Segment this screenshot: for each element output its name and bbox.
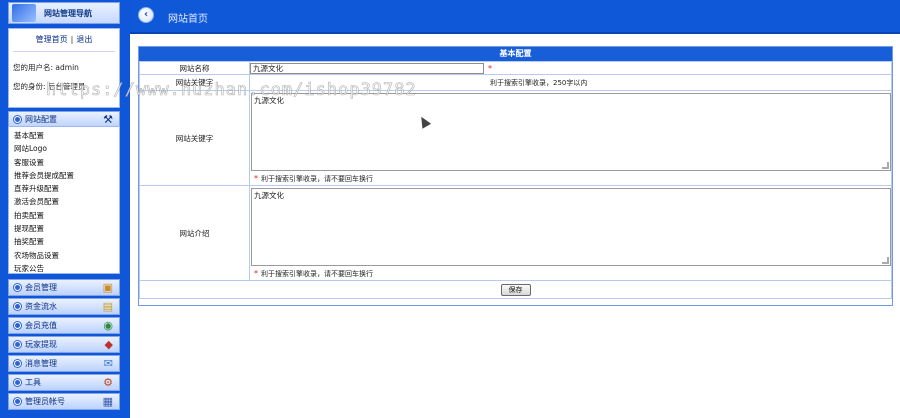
menu-group-members[interactable]: 会员管理 ▣ bbox=[8, 279, 120, 296]
site-name-input[interactable]: 九源文化 bbox=[250, 62, 484, 74]
submenu-item[interactable]: 农场物品设置 bbox=[14, 249, 119, 262]
menu-group-label: 会员管理 bbox=[25, 283, 57, 292]
money-icon: ▤ bbox=[102, 300, 113, 313]
logo: 网站管理导航 bbox=[8, 2, 120, 24]
save-button[interactable]: 保存 bbox=[500, 283, 531, 296]
submenu-item[interactable]: 提现配置 bbox=[14, 222, 119, 235]
recharge-icon: ◉ bbox=[103, 319, 113, 332]
site-intro-cell: 九源文化 * 利于搜索引擎收录，请不要回车换行 bbox=[249, 185, 892, 281]
bullet-icon bbox=[14, 379, 21, 386]
menu-group-messages[interactable]: 消息管理 ✉ bbox=[8, 355, 120, 372]
required-mark: * bbox=[254, 269, 258, 278]
site-intro-value: 九源文化 bbox=[254, 191, 284, 200]
sidebar: 网站管理导航 管理首页 | 退出 您的用户名: admin 您的身份: 后台管理员 … bbox=[0, 0, 130, 418]
panel-title: 基本配置 bbox=[139, 47, 892, 61]
resize-grip-icon[interactable] bbox=[882, 162, 889, 169]
bullet-icon bbox=[14, 322, 21, 329]
tool-icon: ⚙ bbox=[103, 376, 113, 389]
submenu-item[interactable]: 推荐会员提成配置 bbox=[14, 169, 119, 182]
submenu-item[interactable]: 基本配置 bbox=[14, 129, 119, 142]
site-intro-textarea[interactable]: 九源文化 bbox=[251, 188, 891, 266]
site-keywords-hintline: * 利于搜索引擎收录，请不要回车换行 bbox=[250, 173, 891, 185]
menu-group-withdraw[interactable]: 玩家提现 ◆ bbox=[8, 336, 120, 353]
bullet-icon bbox=[14, 398, 21, 405]
menu-group-label: 资金流水 bbox=[25, 302, 57, 311]
actions-cell: 保存 bbox=[139, 280, 892, 299]
username-text: 您的用户名: admin bbox=[13, 63, 79, 72]
menu-group-label: 管理员帐号 bbox=[25, 397, 65, 406]
submenu-item[interactable]: 客服设置 bbox=[14, 156, 119, 169]
submenu-item[interactable]: 拍卖配置 bbox=[14, 209, 119, 222]
message-icon: ✉ bbox=[103, 357, 113, 370]
watermark: https://www.huzhan.com/ishop39782 bbox=[46, 80, 417, 101]
bullet-icon bbox=[14, 341, 21, 348]
site-intro-hint: 利于搜索引擎收录，请不要回车换行 bbox=[261, 270, 373, 278]
logout-link[interactable]: 退出 bbox=[76, 35, 92, 44]
bullet-icon bbox=[14, 284, 21, 291]
resize-grip-icon[interactable] bbox=[882, 257, 889, 264]
menu-group-tools[interactable]: 工具 ⚙ bbox=[8, 374, 120, 391]
row-site-keywords: 网站关键字 九源文化 * 利于搜索引擎收录，请不要回车换行 bbox=[139, 90, 892, 186]
menu-group-label: 网站配置 bbox=[25, 115, 57, 124]
users-icon: ▣ bbox=[102, 281, 113, 294]
site-keywords-hint: 利于搜索引擎收录，请不要回车换行 bbox=[261, 175, 373, 183]
menu-group-label: 消息管理 bbox=[25, 359, 57, 368]
logo-text: 网站管理导航 bbox=[44, 7, 92, 18]
site-intro-hintline: * 利于搜索引擎收录，请不要回车换行 bbox=[250, 268, 891, 280]
submenu-item[interactable]: 直荐升级配置 bbox=[14, 182, 119, 195]
row-site-name: 网站名称 九源文化 * bbox=[139, 61, 892, 75]
back-icon[interactable]: ‹ bbox=[138, 7, 154, 23]
submenu-site-config: 基本配置 网站Logo 客服设置 推荐会员提成配置 直荐升级配置 激活会员配置 … bbox=[8, 126, 120, 274]
site-name-cell: 九源文化 * bbox=[249, 61, 892, 75]
user-links: 管理首页 | 退出 bbox=[9, 34, 119, 45]
submenu-item[interactable]: 激活会员配置 bbox=[14, 195, 119, 208]
bullet-icon bbox=[14, 303, 21, 310]
admin-icon: ▦ bbox=[102, 395, 113, 408]
menu-group-recharge[interactable]: 会员充值 ◉ bbox=[8, 317, 120, 334]
withdraw-icon: ◆ bbox=[104, 338, 113, 351]
menu-group-funds[interactable]: 资金流水 ▤ bbox=[8, 298, 120, 315]
menu-group-label: 工具 bbox=[25, 378, 41, 387]
site-name-label: 网站名称 bbox=[139, 61, 250, 75]
required-mark: * bbox=[488, 63, 492, 73]
row-site-intro: 网站介绍 九源文化 * 利于搜索引擎收录，请不要回车换行 bbox=[139, 185, 892, 281]
row-actions: 保存 bbox=[139, 280, 892, 299]
submenu-item[interactable]: 抽奖配置 bbox=[14, 235, 119, 248]
site-title-keywords-hint: 利于搜索引擎收录，250字以内 bbox=[490, 78, 588, 87]
submenu-item[interactable]: 网站Logo bbox=[14, 142, 119, 155]
menu-group-label: 玩家提现 bbox=[25, 340, 57, 349]
menu-group-admin-accounts[interactable]: 管理员帐号 ▦ bbox=[8, 393, 120, 410]
site-intro-label: 网站介绍 bbox=[139, 185, 250, 281]
bullet-icon bbox=[14, 116, 21, 123]
top-bar: ‹ 网站首页 bbox=[130, 0, 900, 34]
admin-home-link[interactable]: 管理首页 bbox=[36, 35, 68, 44]
site-keywords-label: 网站关键字 bbox=[139, 90, 250, 186]
bullet-icon bbox=[14, 360, 21, 367]
logo-icon bbox=[12, 4, 36, 22]
app-root: 网站管理导航 管理首页 | 退出 您的用户名: admin 您的身份: 后台管理员 … bbox=[0, 0, 900, 418]
link-separator: | bbox=[70, 35, 74, 44]
site-keywords-textarea[interactable]: 九源文化 bbox=[251, 93, 891, 171]
page-title: 网站首页 bbox=[168, 14, 208, 25]
site-keywords-cell: 九源文化 * 利于搜索引擎收录，请不要回车换行 bbox=[249, 90, 892, 186]
required-mark: * bbox=[254, 174, 258, 183]
menu-group-label: 会员充值 bbox=[25, 321, 57, 330]
tools-icon: ⚒ bbox=[103, 113, 113, 126]
divider bbox=[13, 51, 115, 52]
submenu-item[interactable]: 玩家公告 bbox=[14, 262, 119, 275]
